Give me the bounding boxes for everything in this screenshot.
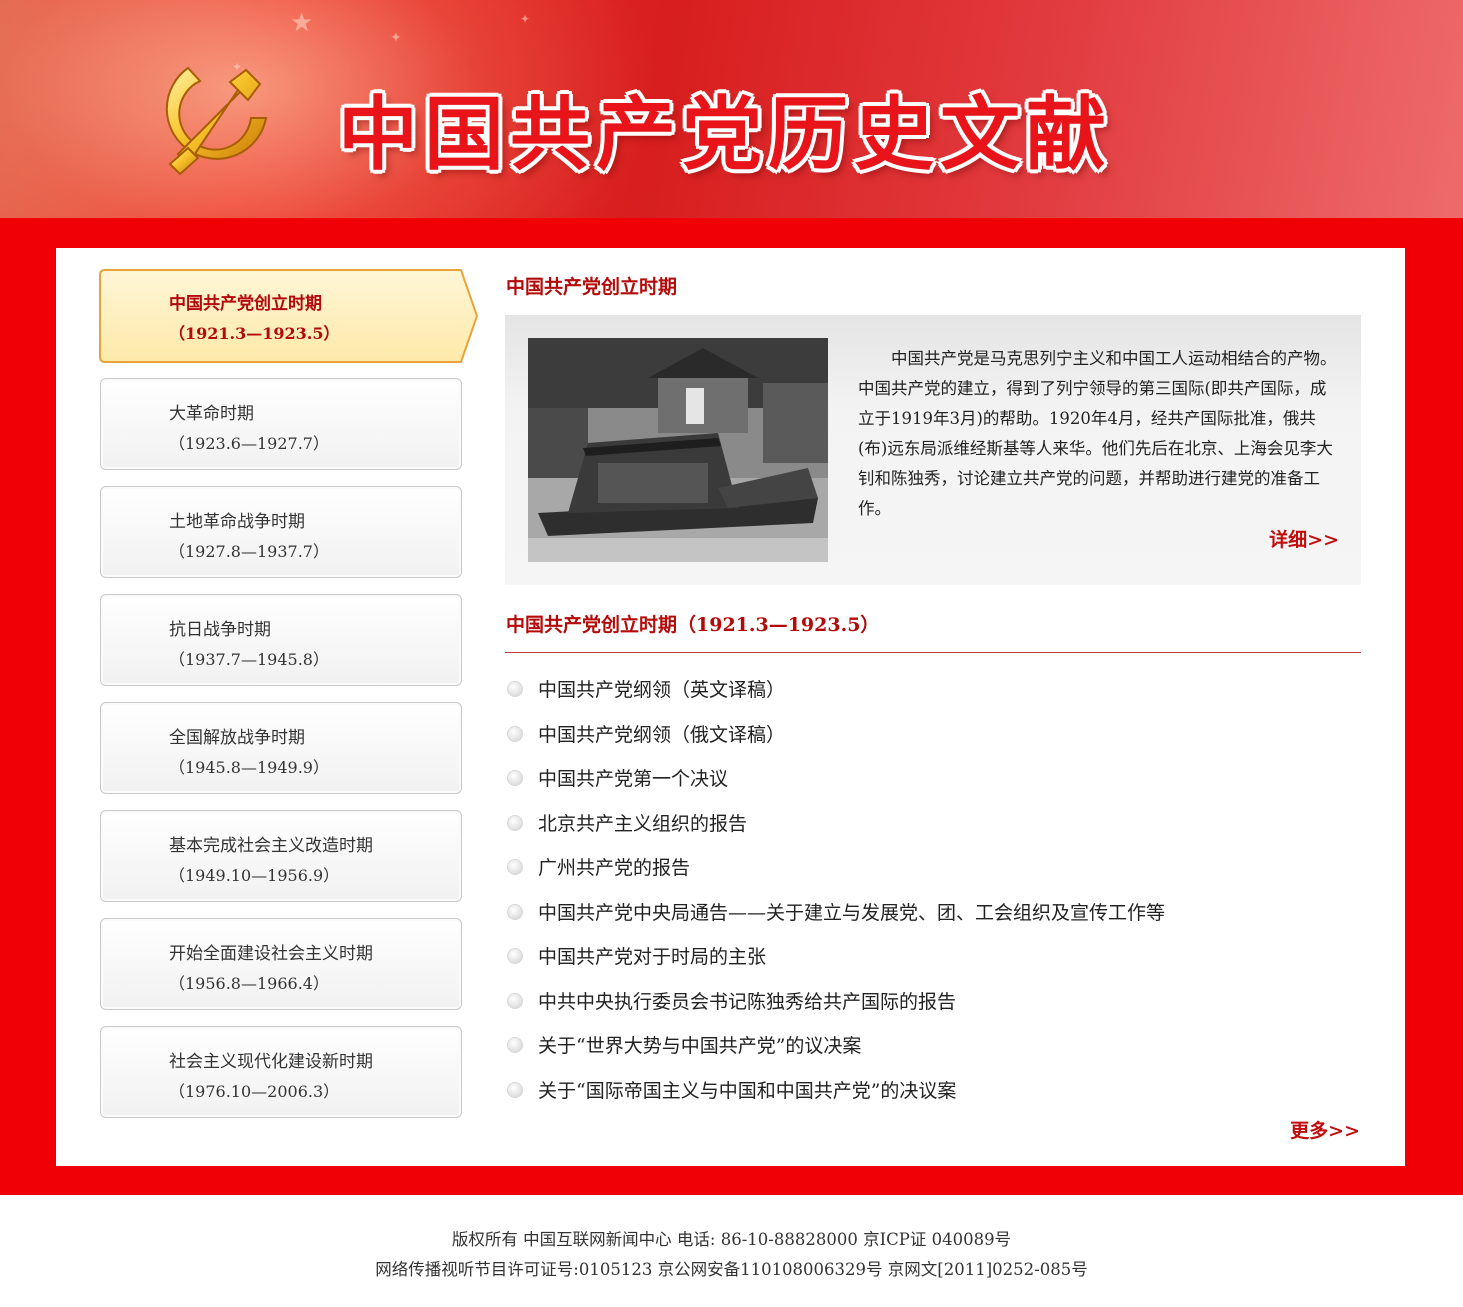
nav-item-4[interactable]: 全国解放战争时期 （1945.8—1949.9） — [100, 702, 462, 794]
nav-item-label: 抗日战争时期 — [169, 620, 271, 640]
document-link[interactable]: 中国共产党中央局通告——关于建立与发展党、团、工会组织及宣传工作等 — [538, 902, 1165, 924]
nav-item-label: 土地革命战争时期 — [169, 512, 305, 532]
nav-item-label: 开始全面建设社会主义时期 — [169, 944, 373, 964]
nav-item-range: （1923.6—1927.7） — [169, 434, 329, 453]
document-link[interactable]: 关于“世界大势与中国共产党”的议决案 — [538, 1035, 861, 1057]
list-item[interactable]: 中国共产党纲领（俄文译稿） — [505, 715, 1361, 760]
nav-item-range: （1976.10—2006.3） — [169, 1082, 340, 1101]
nav-item-range: （1945.8—1949.9） — [169, 758, 329, 777]
list-item[interactable]: 中国共产党中央局通告——关于建立与发展党、团、工会组织及宣传工作等 — [505, 893, 1361, 938]
document-link[interactable]: 广州共产党的报告 — [538, 857, 690, 879]
divider — [505, 652, 1361, 653]
bullet-icon — [507, 1081, 523, 1098]
bullet-icon — [507, 770, 523, 786]
nav-item-label: 全国解放战争时期 — [169, 728, 305, 748]
historical-photo — [528, 338, 828, 562]
list-item[interactable]: 中共中央执行委员会书记陈独秀给共产国际的报告 — [505, 982, 1361, 1027]
detail-link[interactable]: 详细>> — [1269, 525, 1339, 552]
nav-item-range: （1921.3—1923.5） — [169, 324, 340, 343]
bullet-icon — [507, 992, 523, 1009]
list-item[interactable]: 中国共产党第一个决议 — [505, 759, 1361, 804]
bullet-icon — [507, 1037, 523, 1053]
active-tab-shape — [99, 269, 479, 363]
nav-item-7[interactable]: 社会主义现代化建设新时期 （1976.10—2006.3） — [100, 1026, 462, 1118]
party-emblem-icon — [165, 66, 268, 176]
document-link[interactable]: 中国共产党纲领（英文译稿） — [538, 679, 785, 701]
intro-box: 中国共产党是马克思列宁主义和中国工人运动相结合的产物。中国共产党的建立，得到了列… — [505, 315, 1361, 585]
nav-item-6[interactable]: 开始全面建设社会主义时期 （1956.8—1966.4） — [100, 918, 462, 1010]
list-item[interactable]: 中国共产党对于时局的主张 — [505, 937, 1361, 982]
document-link[interactable]: 北京共产主义组织的报告 — [538, 813, 747, 835]
intro-text: 中国共产党是马克思列宁主义和中国工人运动相结合的产物。中国共产党的建立，得到了列… — [858, 349, 1337, 518]
content-panel: 中国共产党创立时期 （1921.3—1923.5） 大革命时期 （1923.6—… — [56, 248, 1405, 1166]
nav-item-range: （1927.8—1937.7） — [169, 542, 329, 561]
document-link[interactable]: 中国共产党第一个决议 — [538, 768, 728, 790]
star-icon: ★ — [290, 8, 314, 38]
nav-item-1[interactable]: 大革命时期 （1923.6—1927.7） — [100, 378, 462, 470]
nav-item-range: （1956.8—1966.4） — [169, 974, 329, 993]
bullet-icon — [507, 681, 523, 697]
list-item[interactable]: 北京共产主义组织的报告 — [505, 804, 1361, 849]
footer: 版权所有 中国互联网新闻中心 电话: 86-10-88828000 京ICP证 … — [0, 1225, 1463, 1285]
document-link[interactable]: 中国共产党纲领（俄文译稿） — [538, 724, 785, 746]
nav-item-3[interactable]: 抗日战争时期 （1937.7—1945.8） — [100, 594, 462, 686]
star-icon: ✦ — [390, 30, 402, 46]
bullet-icon — [507, 859, 523, 875]
license-line: 网络传播视听节目许可证号:0105123 京公网安备110108006329号 … — [375, 1260, 1088, 1279]
list-item[interactable]: 关于“世界大势与中国共产党”的议决案 — [505, 1026, 1361, 1071]
site-title: 中国共产党历史文献 — [338, 88, 1112, 181]
more-link[interactable]: 更多>> — [1290, 1116, 1360, 1143]
nav-item-label: 基本完成社会主义改造时期 — [169, 836, 373, 856]
document-link[interactable]: 中共中央执行委员会书记陈独秀给共产国际的报告 — [538, 991, 956, 1013]
bullet-icon — [507, 903, 523, 920]
bullet-icon — [507, 725, 523, 742]
list-item[interactable]: 广州共产党的报告 — [505, 848, 1361, 893]
nav-item-label: 大革命时期 — [169, 404, 254, 424]
nav-item-range: （1937.7—1945.8） — [169, 650, 329, 669]
nav-item-label: 社会主义现代化建设新时期 — [169, 1052, 373, 1072]
nav-item-active[interactable]: 中国共产党创立时期 （1921.3—1923.5） — [99, 269, 479, 363]
documents-title: 中国共产党创立时期（1921.3—1923.5） — [506, 614, 880, 636]
nav-item-range: （1949.10—1956.9） — [169, 866, 340, 885]
bullet-icon — [507, 814, 523, 831]
star-icon: ✦ — [520, 12, 531, 26]
nav-item-label: 中国共产党创立时期 — [169, 294, 322, 314]
intro-title: 中国共产党创立时期 — [506, 276, 678, 298]
content-frame: 中国共产党创立时期 （1921.3—1923.5） 大革命时期 （1923.6—… — [0, 218, 1463, 1195]
list-item[interactable]: 中国共产党纲领（英文译稿） — [505, 670, 1361, 715]
header-banner: ★ ✦ ✦ ✦ 中国共产党历史文献 — [0, 0, 1463, 218]
nav-item-5[interactable]: 基本完成社会主义改造时期 （1949.10—1956.9） — [100, 810, 462, 902]
document-link[interactable]: 中国共产党对于时局的主张 — [538, 946, 766, 968]
list-item[interactable]: 关于“国际帝国主义与中国和中国共产党”的决议案 — [505, 1071, 1361, 1116]
copyright-line: 版权所有 中国互联网新闻中心 电话: 86-10-88828000 京ICP证 … — [451, 1230, 1012, 1249]
bullet-icon — [507, 948, 523, 964]
document-link[interactable]: 关于“国际帝国主义与中国和中国共产党”的决议案 — [538, 1080, 956, 1102]
document-list: 中国共产党纲领（英文译稿） 中国共产党纲领（俄文译稿） 中国共产党第一个决议 北… — [505, 670, 1361, 1115]
nav-item-2[interactable]: 土地革命战争时期 （1927.8—1937.7） — [100, 486, 462, 578]
